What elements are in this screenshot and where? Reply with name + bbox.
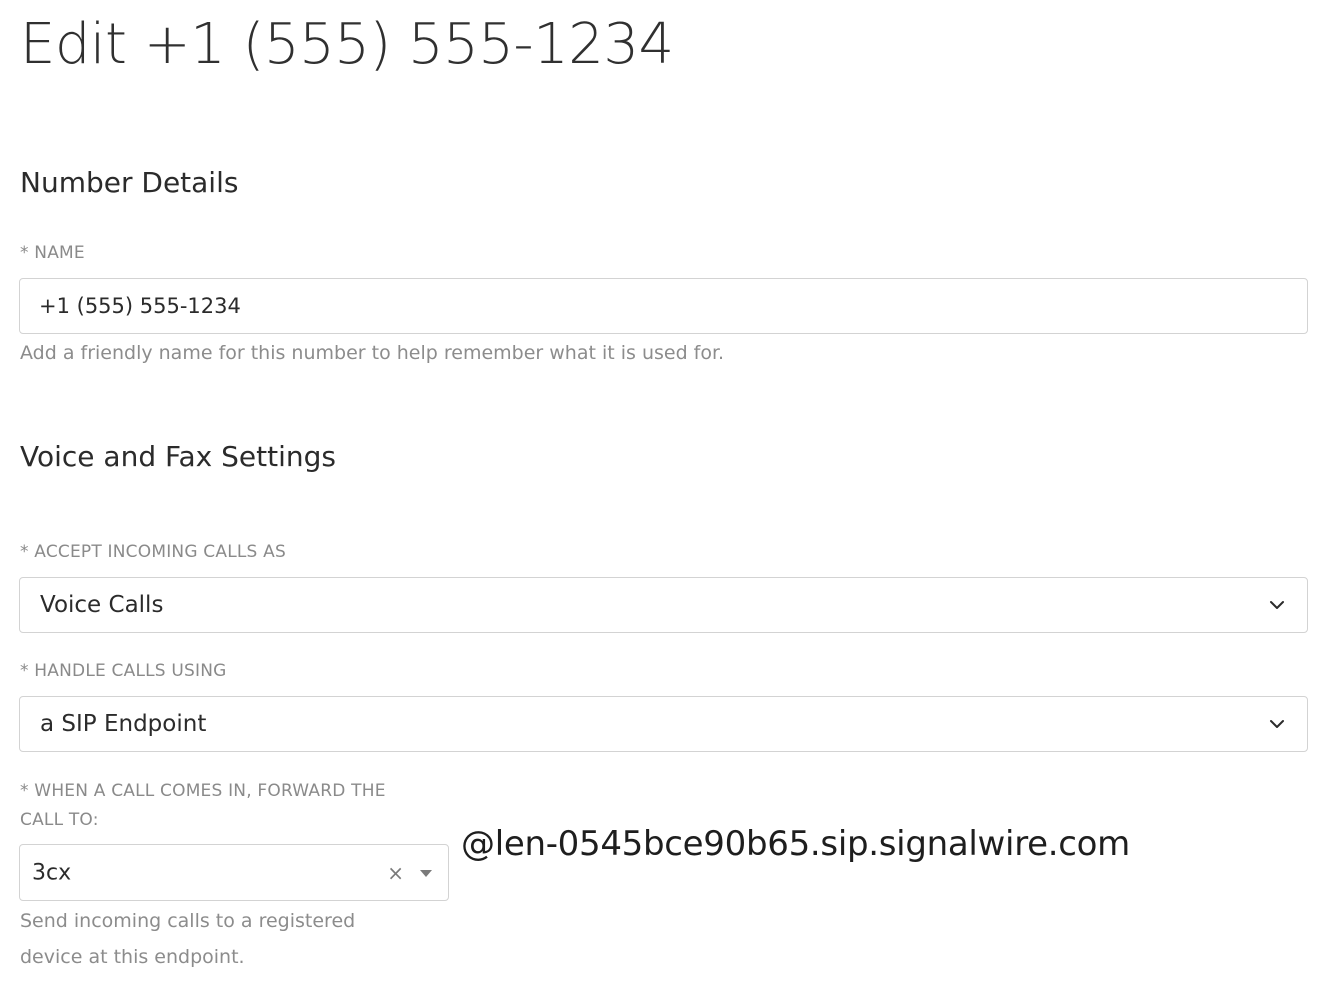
number-details-heading: Number Details	[20, 166, 239, 199]
chevron-down-icon	[1270, 601, 1284, 609]
sip-domain-suffix: @len-0545bce90b65.sip.signalwire.com	[461, 824, 1130, 864]
voice-fax-heading: Voice and Fax Settings	[20, 440, 336, 473]
handle-calls-select[interactable]: a SIP Endpoint	[19, 696, 1308, 752]
forward-to-select[interactable]: 3cx ×	[19, 844, 449, 901]
accept-calls-select[interactable]: Voice Calls	[19, 577, 1308, 633]
forward-to-label: * WHEN A CALL COMES IN, FORWARD THE CALL…	[20, 777, 386, 835]
forward-help-line2: device at this endpoint.	[20, 946, 245, 968]
forward-to-value: 3cx	[32, 860, 72, 885]
accept-calls-value: Voice Calls	[40, 592, 164, 618]
forward-to-label-line1: * WHEN A CALL COMES IN, FORWARD THE	[20, 781, 386, 801]
handle-calls-label: * HANDLE CALLS USING	[20, 661, 227, 681]
page-title: Edit +1 (555) 555-1234	[20, 12, 674, 77]
forward-help-line1: Send incoming calls to a registered	[20, 910, 356, 932]
edit-number-page: Edit +1 (555) 555-1234 Number Details * …	[0, 0, 1321, 1002]
close-icon[interactable]: ×	[387, 863, 404, 883]
forward-to-label-line2: CALL TO:	[20, 810, 99, 830]
caret-down-icon[interactable]	[420, 869, 432, 877]
name-label: * NAME	[20, 243, 85, 263]
chevron-down-icon	[1270, 720, 1284, 728]
name-help-text: Add a friendly name for this number to h…	[20, 342, 725, 364]
name-field[interactable]	[19, 278, 1308, 334]
forward-help-text: Send incoming calls to a registered devi…	[20, 903, 355, 975]
accept-calls-label: * ACCEPT INCOMING CALLS AS	[20, 542, 286, 562]
name-input[interactable]	[20, 279, 1307, 333]
handle-calls-value: a SIP Endpoint	[40, 711, 207, 737]
